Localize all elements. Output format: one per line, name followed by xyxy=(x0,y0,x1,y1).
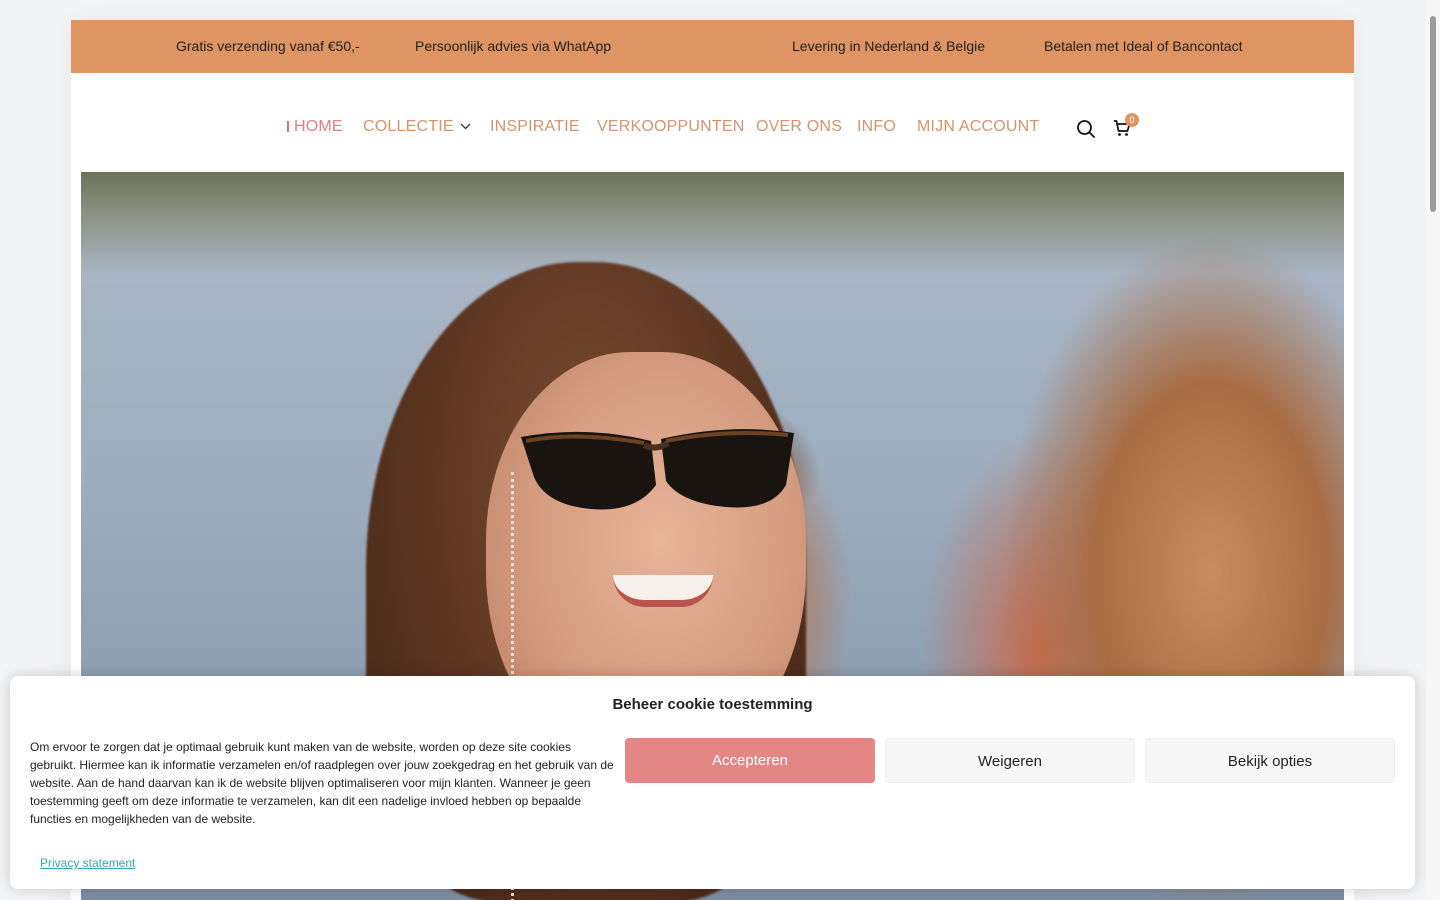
cookie-description: Om ervoor te zorgen dat je optimaal gebr… xyxy=(30,740,614,826)
main-navigation: HOME COLLECTIE INSPIRATIE VERKOOPPUNTEN … xyxy=(71,73,1354,172)
privacy-statement-link[interactable]: Privacy statement xyxy=(40,856,135,870)
sunglasses-shape xyxy=(521,429,794,510)
nav-item-verkooppunten[interactable]: VERKOOPPUNTEN xyxy=(597,118,745,136)
nav-item-over-ons[interactable]: OVER ONS xyxy=(756,118,842,136)
announcement-payment: Betalen met Ideal of Bancontact xyxy=(1044,38,1243,54)
search-button[interactable] xyxy=(1076,119,1096,144)
chevron-down-icon xyxy=(460,123,471,130)
page-scrollbar[interactable] xyxy=(1426,0,1440,900)
deny-button[interactable]: Weigeren xyxy=(885,738,1135,783)
active-marker xyxy=(287,121,289,132)
announcement-free-shipping: Gratis verzending vanaf €50,- xyxy=(176,38,360,54)
announcement-whatsapp-advice: Persoonlijk advies via WhatApp xyxy=(415,38,612,54)
cookie-title: Beheer cookie toestemming xyxy=(612,696,813,713)
cart-button[interactable]: 0 xyxy=(1113,113,1139,142)
nav-item-label: COLLECTIE xyxy=(363,118,454,135)
nav-item-home[interactable]: HOME xyxy=(287,118,343,136)
nav-item-mijn-account[interactable]: MIJN ACCOUNT xyxy=(917,118,1039,136)
nav-item-info[interactable]: INFO xyxy=(857,118,896,136)
nav-item-inspiratie[interactable]: INSPIRATIE xyxy=(490,118,580,136)
accept-button[interactable]: Accepteren xyxy=(625,738,875,783)
view-options-button[interactable]: Bekijk opties xyxy=(1145,738,1395,783)
nav-item-collectie[interactable]: COLLECTIE xyxy=(363,118,471,136)
announcement-delivery: Levering in Nederland & Belgie xyxy=(792,38,986,54)
cookie-consent-banner: Beheer cookie toestemming Om ervoor te z… xyxy=(10,676,1415,889)
scrollbar-thumb[interactable] xyxy=(1430,16,1436,212)
search-icon xyxy=(1077,120,1095,138)
cart-count-badge: 0 xyxy=(1125,113,1139,127)
announcement-bar: Gratis verzending vanaf €50,- Persoonlij… xyxy=(71,20,1354,73)
nav-item-label: HOME xyxy=(294,118,343,135)
